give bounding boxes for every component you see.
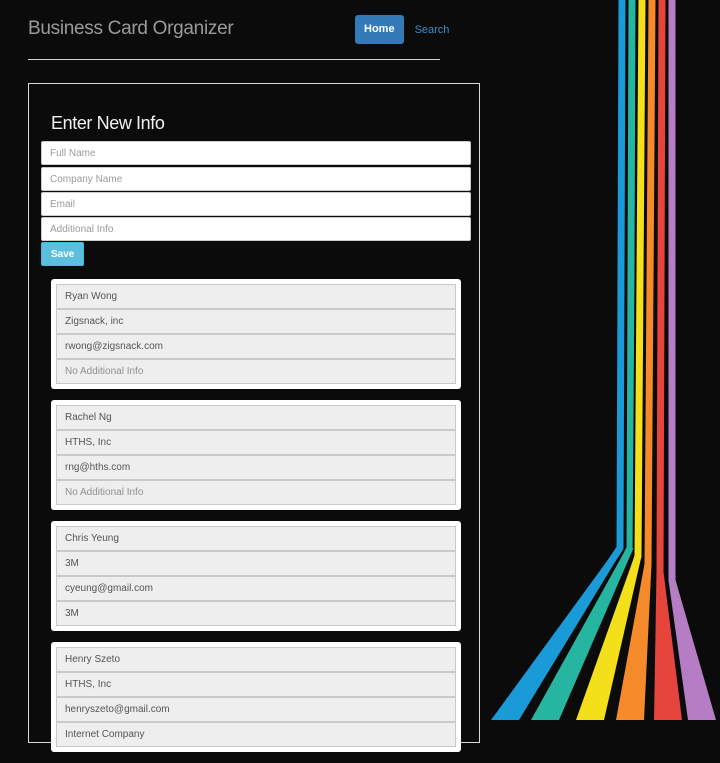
business-card: Ryan Wong Zigsnack, inc rwong@zigsnack.c… xyxy=(51,279,461,389)
main-panel: Enter New Info Save Ryan Wong Zigsnack, … xyxy=(28,83,480,752)
additional-info-input[interactable] xyxy=(41,217,471,241)
card-email: rng@hths.com xyxy=(56,455,456,480)
header-divider xyxy=(28,59,440,60)
business-card: Rachel Ng HTHS, Inc rng@hths.com No Addi… xyxy=(51,400,461,510)
app-container: Business Card Organizer Home Search Ente… xyxy=(0,0,500,752)
full-name-input[interactable] xyxy=(41,141,471,165)
email-input[interactable] xyxy=(41,192,471,216)
card-name: Henry Szeto xyxy=(56,647,456,672)
card-company: 3M xyxy=(56,551,456,576)
card-name: Rachel Ng xyxy=(56,405,456,430)
card-email: cyeung@gmail.com xyxy=(56,576,456,601)
card-list: Ryan Wong Zigsnack, inc rwong@zigsnack.c… xyxy=(51,279,461,763)
app-brand: Business Card Organizer xyxy=(28,18,234,39)
form-title: Enter New Info xyxy=(51,113,165,133)
card-name: Ryan Wong xyxy=(56,284,456,309)
card-email: rwong@zigsnack.com xyxy=(56,334,456,359)
nav-home-button[interactable]: Home xyxy=(355,15,404,44)
save-button[interactable]: Save xyxy=(41,242,85,266)
card-email: henryszeto@gmail.com xyxy=(56,697,456,722)
company-name-input[interactable] xyxy=(41,167,471,191)
top-nav: Home Search xyxy=(355,15,449,44)
card-company: Zigsnack, inc xyxy=(56,309,456,334)
card-company: HTHS, Inc xyxy=(56,672,456,697)
card-additional-info: 3M xyxy=(56,601,456,626)
business-card: Henry Szeto HTHS, Inc henryszeto@gmail.c… xyxy=(51,642,461,752)
business-card: Chris Yeung 3M cyeung@gmail.com 3M xyxy=(51,521,461,631)
card-additional-info: No Additional Info xyxy=(56,359,456,384)
card-name: Chris Yeung xyxy=(56,526,456,551)
card-company: HTHS, Inc xyxy=(56,430,456,455)
card-additional-info: Internet Company xyxy=(56,722,456,747)
nav-search-link[interactable]: Search xyxy=(415,24,450,36)
card-additional-info: No Additional Info xyxy=(56,480,456,505)
